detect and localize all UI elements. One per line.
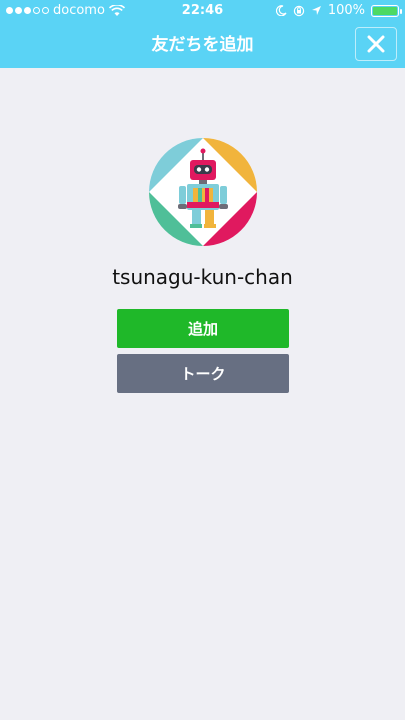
robot-avatar-icon [149, 138, 257, 246]
profile-name: tsunagu-kun-chan [112, 265, 293, 289]
moon-icon [275, 5, 287, 16]
battery-percent: 100% [327, 3, 365, 18]
location-arrow-icon [311, 6, 321, 15]
profile-avatar [149, 138, 257, 246]
status-right: 100% [275, 3, 402, 18]
page-title: 友だちを追加 [151, 35, 254, 55]
close-icon [367, 35, 385, 53]
talk-button-label: トーク [180, 365, 226, 383]
battery-icon [371, 4, 402, 17]
rotation-lock-icon [293, 5, 305, 16]
talk-button[interactable]: トーク [117, 354, 289, 393]
status-bar: docomo 22:46 100% [0, 0, 405, 22]
navigation-bar: docomo 22:46 100% 友だちを追加 [0, 0, 405, 68]
add-friend-button[interactable]: 追加 [117, 309, 289, 348]
add-button-label: 追加 [187, 320, 218, 338]
close-button[interactable] [355, 27, 397, 61]
